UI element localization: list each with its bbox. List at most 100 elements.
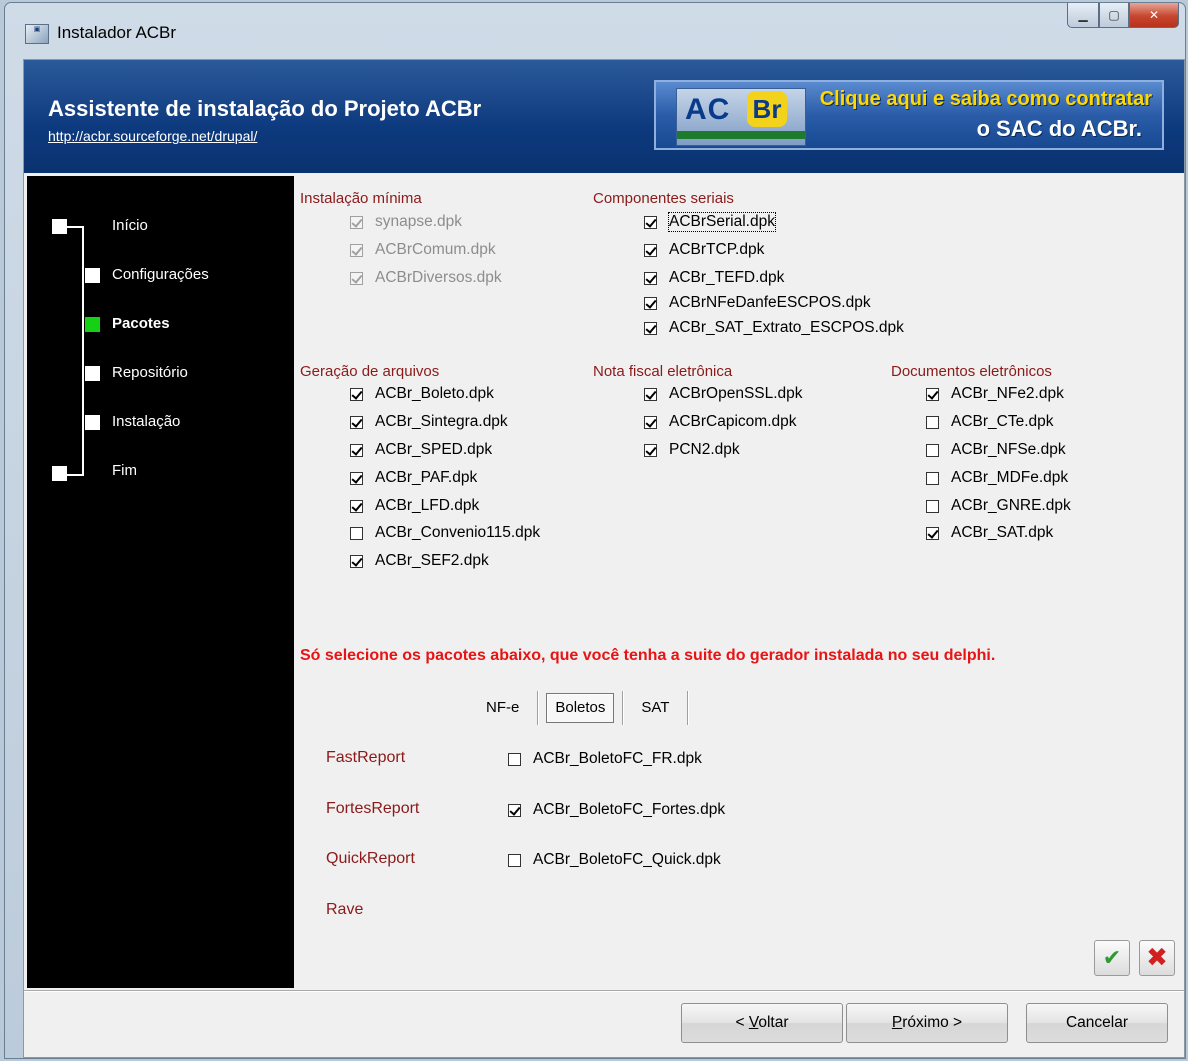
- maximize-button[interactable]: ▢: [1099, 3, 1129, 28]
- pkg-acbr-nfe2[interactable]: ACBr_NFe2.dpk: [926, 383, 1064, 405]
- pkg-label: ACBr_BoletoFC_FR.dpk: [533, 750, 702, 767]
- select-all-button[interactable]: ✔: [1094, 940, 1130, 976]
- pkg-acbr-gnre[interactable]: ACBr_GNRE.dpk: [926, 495, 1071, 517]
- minimize-button[interactable]: ▁: [1067, 3, 1099, 28]
- report-label-fortesreport: FortesReport: [326, 800, 420, 817]
- step-marker-pacotes: [85, 317, 100, 332]
- report-tabs: NF-e Boletos SAT: [468, 690, 689, 726]
- checkbox[interactable]: [644, 271, 657, 285]
- banner-line1: Clique aqui e saiba como contratar: [819, 88, 1152, 110]
- pkg-acbropenssl[interactable]: ACBrOpenSSL.dpk: [644, 383, 803, 405]
- pkg-acbr-sat-extrato-escpos[interactable]: ACBr_SAT_Extrato_ESCPOS.dpk: [644, 317, 904, 339]
- pkg-acbr-sintegra[interactable]: ACBr_Sintegra.dpk: [350, 411, 508, 433]
- back-rest: oltar: [758, 1014, 789, 1031]
- step-instalacao: Instalação: [112, 413, 181, 430]
- checkbox[interactable]: [644, 387, 657, 401]
- checkbox[interactable]: [926, 415, 939, 429]
- group-title-nota-fiscal: Nota fiscal eletrônica: [593, 363, 733, 380]
- checkbox[interactable]: [350, 499, 363, 513]
- tab-sat[interactable]: SAT: [623, 693, 687, 723]
- project-link[interactable]: http://acbr.sourceforge.net/drupal/: [48, 128, 257, 144]
- pkg-acbr-paf[interactable]: ACBr_PAF.dpk: [350, 467, 477, 489]
- next-rest: róximo >: [902, 1014, 963, 1031]
- step-marker-fim: [52, 466, 67, 481]
- pkg-label: ACBr_LFD.dpk: [375, 497, 480, 514]
- pkg-acbr-sat[interactable]: ACBr_SAT.dpk: [926, 522, 1053, 544]
- checkbox[interactable]: [508, 803, 521, 817]
- title-bar[interactable]: ▣ Instalador ACBr ▁ ▢ ✕: [5, 3, 1185, 61]
- pkg-label: ACBr_SEF2.dpk: [375, 552, 489, 569]
- checkbox[interactable]: [350, 443, 363, 457]
- group-title-geracao-arquivos: Geração de arquivos: [300, 363, 440, 380]
- checkbox[interactable]: [350, 526, 363, 540]
- back-button[interactable]: < Voltar: [681, 1003, 843, 1043]
- checkbox[interactable]: [644, 443, 657, 457]
- checkbox[interactable]: [926, 443, 939, 457]
- pkg-label: ACBrSerial.dpk: [668, 212, 776, 232]
- pkg-acbrnfedanfeescpos[interactable]: ACBrNFeDanfeESCPOS.dpk: [644, 292, 871, 314]
- installer-window: ▣ Instalador ACBr ▁ ▢ ✕ Assistente de in…: [4, 2, 1186, 1059]
- header: Assistente de instalação do Projeto ACBr…: [24, 60, 1184, 173]
- pkg-acbr-lfd[interactable]: ACBr_LFD.dpk: [350, 495, 479, 517]
- checkbox[interactable]: [644, 296, 657, 310]
- pkg-label: ACBr_TEFD.dpk: [669, 269, 785, 286]
- step-fim: Fim: [112, 462, 137, 479]
- checkbox[interactable]: [508, 752, 521, 766]
- close-button[interactable]: ✕: [1129, 3, 1179, 28]
- pkg-label: ACBr_CTe.dpk: [951, 413, 1054, 430]
- pkg-boletofc-quick[interactable]: ACBr_BoletoFC_Quick.dpk: [508, 849, 721, 871]
- packages-panel: Instalação mínima synapse.dpk ACBrComum.…: [294, 176, 1182, 988]
- next-button[interactable]: Próximo >: [846, 1003, 1008, 1043]
- pkg-acbr-convenio115[interactable]: ACBr_Convenio115.dpk: [350, 522, 540, 544]
- step-configuracoes: Configurações: [112, 266, 209, 283]
- checkbox[interactable]: [644, 243, 657, 257]
- checkbox[interactable]: [644, 415, 657, 429]
- checkbox[interactable]: [644, 321, 657, 335]
- warning-text: Só selecione os pacotes abaixo, que você…: [300, 647, 996, 664]
- deselect-all-button[interactable]: ✖: [1139, 940, 1175, 976]
- cancel-button[interactable]: Cancelar: [1026, 1003, 1168, 1043]
- step-repositorio: Repositório: [112, 364, 188, 381]
- next-hotkey: P: [891, 1014, 903, 1031]
- pkg-acbr-mdfe[interactable]: ACBr_MDFe.dpk: [926, 467, 1068, 489]
- tab-nfe[interactable]: NF-e: [468, 693, 537, 723]
- banner-line2: o SAC do ACBr.: [976, 116, 1142, 141]
- pkg-label: ACBrTCP.dpk: [669, 241, 765, 258]
- checkbox[interactable]: [644, 215, 657, 229]
- report-label-quickreport: QuickReport: [326, 850, 415, 867]
- tab-boletos[interactable]: Boletos: [546, 693, 615, 723]
- pkg-pcn2[interactable]: PCN2.dpk: [644, 439, 740, 461]
- pkg-boletofc-fr[interactable]: ACBr_BoletoFC_FR.dpk: [508, 748, 702, 770]
- checkbox[interactable]: [350, 471, 363, 485]
- pkg-acbrserial[interactable]: ACBrSerial.dpk: [644, 211, 776, 233]
- pkg-acbr-nfse[interactable]: ACBr_NFSe.dpk: [926, 439, 1066, 461]
- checkbox[interactable]: [350, 415, 363, 429]
- pkg-label: ACBr_SAT.dpk: [951, 524, 1054, 541]
- pkg-label: ACBr_BoletoFC_Quick.dpk: [533, 851, 721, 868]
- pkg-acbr-sef2[interactable]: ACBr_SEF2.dpk: [350, 550, 489, 572]
- pkg-label: ACBr_Boleto.dpk: [375, 385, 494, 402]
- window-title: Instalador ACBr: [57, 23, 177, 42]
- pkg-label: ACBr_BoletoFC_Fortes.dpk: [533, 801, 726, 818]
- pkg-boletofc-fortes[interactable]: ACBr_BoletoFC_Fortes.dpk: [508, 799, 725, 821]
- checkbox[interactable]: [926, 471, 939, 485]
- pkg-acbrcapicom[interactable]: ACBrCapicom.dpk: [644, 411, 797, 433]
- checkbox[interactable]: [350, 554, 363, 568]
- x-icon: ✖: [1146, 943, 1168, 973]
- pkg-acbr-tefd[interactable]: ACBr_TEFD.dpk: [644, 267, 784, 289]
- pkg-label: ACBr_SAT_Extrato_ESCPOS.dpk: [669, 319, 904, 336]
- checkbox[interactable]: [926, 499, 939, 513]
- sac-banner[interactable]: AC Br Clique aqui e saiba como contratar …: [654, 80, 1164, 150]
- pkg-acbr-cte[interactable]: ACBr_CTe.dpk: [926, 411, 1054, 433]
- pkg-acbrtcp[interactable]: ACBrTCP.dpk: [644, 239, 764, 261]
- pkg-label: ACBr_MDFe.dpk: [951, 469, 1069, 486]
- checkbox: [350, 243, 363, 257]
- pkg-acbrdiversos: ACBrDiversos.dpk: [350, 267, 502, 289]
- checkbox[interactable]: [350, 387, 363, 401]
- pkg-acbr-boleto[interactable]: ACBr_Boleto.dpk: [350, 383, 494, 405]
- pkg-acbr-sped[interactable]: ACBr_SPED.dpk: [350, 439, 492, 461]
- checkbox[interactable]: [926, 387, 939, 401]
- checkbox[interactable]: [508, 853, 521, 867]
- checkbox: [350, 271, 363, 285]
- checkbox[interactable]: [926, 526, 939, 540]
